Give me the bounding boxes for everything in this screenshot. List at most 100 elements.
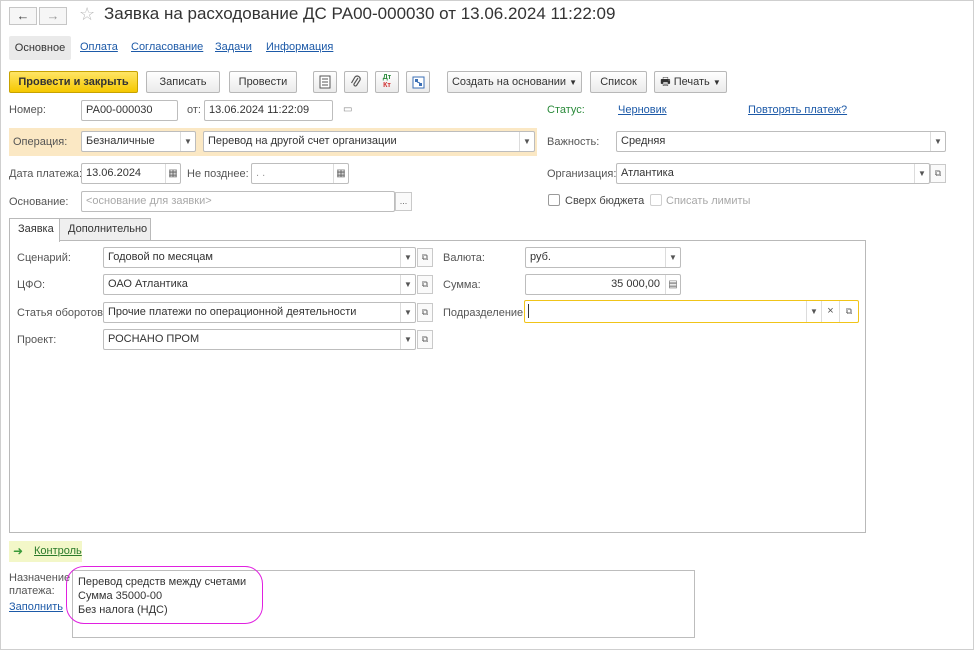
tab-info[interactable]: Информация xyxy=(266,41,333,53)
amount-value: 35 000,00 xyxy=(611,278,660,290)
comment-icon[interactable]: ▭ xyxy=(343,104,352,115)
project-label: Проект: xyxy=(17,334,57,346)
not-later-value: . . xyxy=(256,167,266,179)
chevron-down-icon[interactable]: ▼ xyxy=(806,301,821,322)
not-later-field[interactable]: . . ▦ xyxy=(251,163,349,184)
chevron-down-icon[interactable]: ▼ xyxy=(930,132,945,151)
text-cursor xyxy=(528,304,529,318)
over-budget-checkbox[interactable] xyxy=(548,194,560,206)
turnover-label: Статья оборотов: xyxy=(17,307,106,319)
favorite-star-icon[interactable]: ☆ xyxy=(79,4,95,25)
open-scenario-icon[interactable]: ⧉ xyxy=(417,248,433,267)
post-button[interactable]: Провести xyxy=(229,71,297,93)
chevron-down-icon[interactable]: ▼ xyxy=(400,330,415,349)
repeat-payment-link[interactable]: Повторять платеж? xyxy=(748,104,847,116)
pay-date-label: Дата платежа: xyxy=(9,168,83,180)
chevron-down-icon[interactable]: ▼ xyxy=(180,132,195,151)
basis-field[interactable]: <основание для заявки> xyxy=(81,191,395,212)
open-project-icon[interactable]: ⧉ xyxy=(417,330,433,349)
date-field[interactable]: 13.06.2024 11:22:09 xyxy=(204,100,333,121)
document-icon xyxy=(319,75,331,89)
open-division-icon[interactable]: ⧉ xyxy=(839,301,858,322)
currency-value: руб. xyxy=(530,251,551,263)
chevron-down-icon: ▼ xyxy=(712,78,721,87)
write-off-limits-label: Списать лимиты xyxy=(666,195,751,207)
org-value: Атлантика xyxy=(621,167,674,179)
write-off-limits-checkbox[interactable] xyxy=(650,194,662,206)
cfo-value: ОАО Атлантика xyxy=(108,278,188,290)
currency-select[interactable]: руб. ▼ xyxy=(525,247,681,268)
structure-icon xyxy=(412,76,424,89)
tab-tasks[interactable]: Задачи xyxy=(215,41,252,53)
purpose-label: Назначение платежа: xyxy=(9,572,71,597)
number-label: Номер: xyxy=(9,104,46,116)
operation-type-select[interactable]: Безналичные ▼ xyxy=(81,131,196,152)
calendar-icon[interactable]: ▦ xyxy=(333,164,348,183)
control-block[interactable]: ➜ Контроль xyxy=(9,541,82,562)
cfo-select[interactable]: ОАО Атлантика ▼ xyxy=(103,274,416,295)
pay-date-value: 13.06.2024 xyxy=(86,167,142,179)
operation-select[interactable]: Перевод на другой счет организации ▼ xyxy=(203,131,535,152)
calculator-icon[interactable]: ▤ xyxy=(665,275,680,294)
dt-label: Дт xyxy=(382,74,392,81)
calendar-icon[interactable]: ▦ xyxy=(165,164,180,183)
importance-select[interactable]: Средняя ▼ xyxy=(616,131,946,152)
basis-select-button[interactable]: ... xyxy=(395,192,412,211)
operation-label: Операция: xyxy=(13,136,68,148)
print-button[interactable]: 🖶 Печать ▼ xyxy=(654,71,727,93)
write-button[interactable]: Записать xyxy=(146,71,220,93)
ellipsis-icon: ... xyxy=(399,196,408,206)
document-list-button[interactable] xyxy=(313,71,337,93)
scenario-select[interactable]: Годовой по месяцам ▼ xyxy=(103,247,416,268)
chevron-down-icon[interactable]: ▼ xyxy=(519,132,534,151)
back-button[interactable]: ← xyxy=(9,7,37,25)
page-title: Заявка на расходование ДС РА00-000030 от… xyxy=(104,4,616,23)
org-select[interactable]: Атлантика ▼ xyxy=(616,163,930,184)
scenario-value: Годовой по месяцам xyxy=(108,251,213,263)
basis-placeholder: <основание для заявки> xyxy=(86,195,212,207)
number-field[interactable]: РА00-000030 xyxy=(81,100,178,121)
importance-value: Средняя xyxy=(621,135,666,147)
open-cfo-icon[interactable]: ⧉ xyxy=(417,275,433,294)
currency-label: Валюта: xyxy=(443,252,485,264)
not-later-label: Не позднее: xyxy=(187,168,249,180)
chevron-down-icon[interactable]: ▼ xyxy=(400,275,415,294)
attach-button[interactable] xyxy=(344,71,368,93)
dt-kt-button[interactable]: Дт Кт xyxy=(375,71,399,93)
tab-request[interactable]: Заявка xyxy=(9,218,60,242)
amount-field[interactable]: 35 000,00 ▤ xyxy=(525,274,681,295)
back-arrow-icon: ← xyxy=(16,8,30,23)
open-turnover-icon[interactable]: ⧉ xyxy=(417,303,433,322)
chevron-down-icon[interactable]: ▼ xyxy=(400,303,415,322)
forward-button[interactable]: → xyxy=(39,7,67,25)
chevron-down-icon[interactable]: ▼ xyxy=(914,164,929,183)
clear-icon[interactable]: × xyxy=(821,301,839,322)
structure-button[interactable] xyxy=(406,71,430,93)
amount-label: Сумма: xyxy=(443,279,481,291)
tab-approval[interactable]: Согласование xyxy=(131,41,203,53)
list-button[interactable]: Список xyxy=(590,71,647,93)
turnover-select[interactable]: Прочие платежи по операционной деятельно… xyxy=(103,302,416,323)
project-select[interactable]: РОСНАНО ПРОМ ▼ xyxy=(103,329,416,350)
tab-payment[interactable]: Оплата xyxy=(80,41,118,53)
kt-label: Кт xyxy=(383,82,391,89)
status-value-link[interactable]: Черновик xyxy=(618,104,667,116)
fill-link[interactable]: Заполнить xyxy=(9,601,63,613)
pay-date-field[interactable]: 13.06.2024 ▦ xyxy=(81,163,181,184)
division-select[interactable]: ▼ × ⧉ xyxy=(524,300,859,323)
status-label: Статус: xyxy=(547,104,585,116)
tab-main[interactable]: Основное xyxy=(9,36,71,60)
print-label: Печать xyxy=(673,76,710,88)
division-label: Подразделение: xyxy=(443,307,527,319)
chevron-down-icon[interactable]: ▼ xyxy=(400,248,415,267)
org-label: Организация: xyxy=(547,168,617,180)
post-and-close-button[interactable]: Провести и закрыть xyxy=(9,71,138,93)
open-org-icon[interactable]: ⧉ xyxy=(930,164,946,183)
create-based-on-button[interactable]: Создать на основании ▼ xyxy=(447,71,582,93)
importance-label: Важность: xyxy=(547,136,600,148)
control-link[interactable]: Контроль xyxy=(34,545,82,557)
operation-type-value: Безналичные xyxy=(86,135,155,147)
project-value: РОСНАНО ПРОМ xyxy=(108,333,200,345)
chevron-down-icon[interactable]: ▼ xyxy=(665,248,680,267)
tab-additional[interactable]: Дополнительно xyxy=(59,218,151,241)
